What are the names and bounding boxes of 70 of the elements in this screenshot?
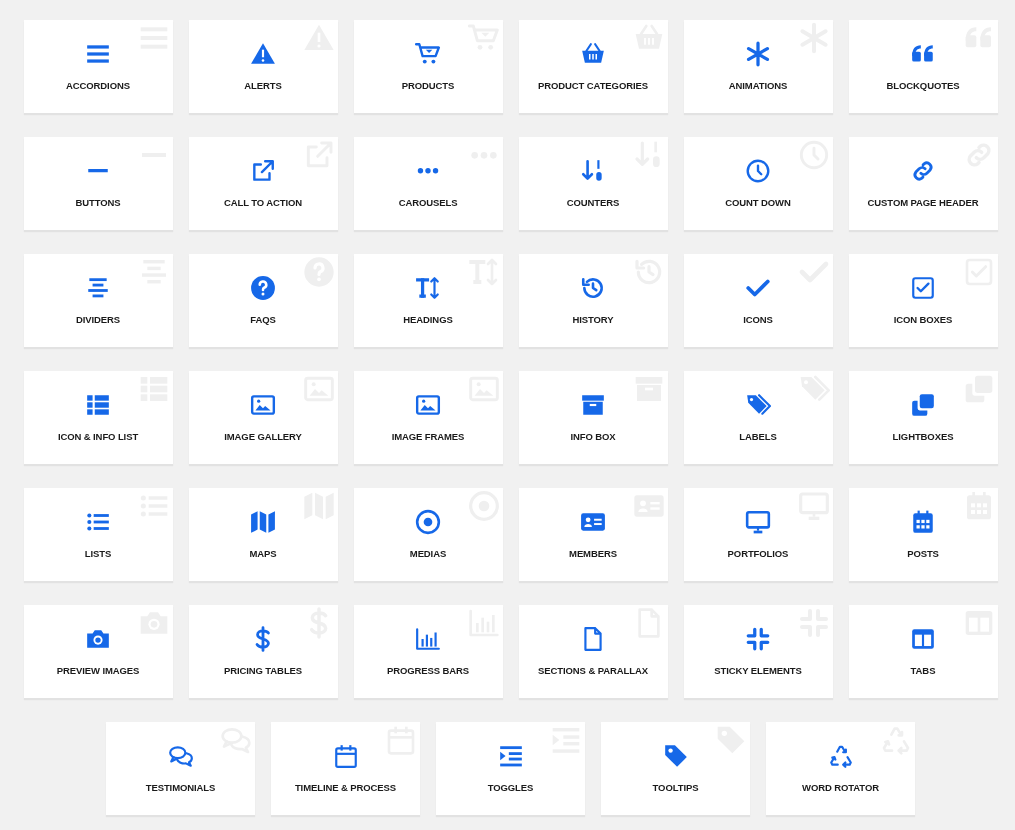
widget-link[interactable]: CAROUSELS (353, 137, 503, 230)
calendar-icon (332, 743, 359, 769)
widget-link[interactable]: PROGRESS BARS (353, 605, 503, 698)
widget-link[interactable]: PRODUCTS (353, 20, 503, 113)
comments-icon (167, 743, 194, 769)
widget-link[interactable]: SECTIONS & PARALLAX (518, 605, 668, 698)
widget-link[interactable]: IMAGE GALLERY (188, 371, 338, 464)
widget-link[interactable]: COUNTERS (518, 137, 668, 230)
minus-icon (85, 169, 111, 173)
widget-link[interactable]: LIGHTBOXES (848, 371, 998, 464)
widget-link[interactable]: WORD ROTATOR (766, 722, 915, 815)
widget-link[interactable]: ALERTS (188, 20, 338, 113)
widget-link[interactable]: POSTS (848, 488, 998, 581)
bar-chart-icon (415, 626, 441, 652)
archive-icon (580, 392, 606, 418)
widget-link[interactable]: ICONS (683, 254, 833, 347)
text-height-icon (415, 275, 441, 301)
columns-icon (910, 626, 936, 652)
widget-link[interactable]: FAQS (188, 254, 338, 347)
widget-link[interactable]: HEADINGS (353, 254, 503, 347)
recycle-icon (827, 743, 854, 769)
widget-link[interactable]: TABS (848, 605, 998, 698)
image-icon (415, 392, 441, 418)
clock-icon (745, 158, 771, 184)
widget-link[interactable]: ICON & INFO LIST (23, 371, 173, 464)
widget-link[interactable]: PRICING TABLES (188, 605, 338, 698)
dot-circle-icon (415, 509, 441, 535)
widget-link[interactable]: MEDIAS (353, 488, 503, 581)
widget-link[interactable]: TOGGLES (436, 722, 585, 815)
widget-link[interactable]: PORTFOLIOS (683, 488, 833, 581)
widget-link[interactable]: PRODUCT CATEGORIES (518, 20, 668, 113)
widget-link[interactable]: BUTTONS (23, 137, 173, 230)
image-icon (250, 392, 276, 418)
widget-link[interactable]: PREVIEW IMAGES (23, 605, 173, 698)
calendar-icon (910, 509, 936, 535)
widget-link[interactable]: MAPS (188, 488, 338, 581)
widget-link[interactable]: TESTIMONIALS (106, 722, 255, 815)
compress-icon (745, 626, 771, 652)
widget-link[interactable]: ANIMATIONS (683, 20, 833, 113)
history-icon (580, 275, 606, 301)
map-icon (250, 509, 276, 535)
widget-link[interactable]: COUNT DOWN (683, 137, 833, 230)
widget-link[interactable]: HISTORY (518, 254, 668, 347)
monitor-icon (745, 509, 771, 535)
widget-link[interactable]: BLOCKQUOTES (848, 20, 998, 113)
link-icon (910, 158, 936, 184)
tags-icon (745, 392, 771, 418)
clone-icon (910, 392, 936, 418)
widget-link[interactable]: LISTS (23, 488, 173, 581)
widget-link[interactable]: TIMELINE & PROCESS (271, 722, 420, 815)
widget-link[interactable]: INFO BOX (518, 371, 668, 464)
asterisk-icon (745, 41, 771, 67)
widget-link[interactable]: IMAGE FRAMES (353, 371, 503, 464)
widget-link[interactable]: ICON BOXES (848, 254, 998, 347)
widget-link[interactable]: DIVIDERS (23, 254, 173, 347)
widget-link[interactable]: LABELS (683, 371, 833, 464)
widget-link[interactable]: MEMBERS (518, 488, 668, 581)
tag-icon (662, 743, 689, 769)
list-grid-icon (85, 392, 111, 418)
widget-link[interactable]: ACCORDIONS (23, 20, 173, 113)
indent-icon (497, 743, 524, 769)
dots-icon (415, 168, 441, 174)
question-icon (250, 275, 276, 301)
widget-link[interactable]: STICKY ELEMENTS (683, 605, 833, 698)
warning-icon (250, 41, 276, 67)
external-link-icon (250, 158, 276, 184)
widget-link[interactable]: CUSTOM PAGE HEADER (848, 137, 998, 230)
widget-link[interactable]: CALL TO ACTION (188, 137, 338, 230)
widget-link[interactable]: TOOLTIPS (601, 722, 750, 815)
checkbox-icon (910, 275, 936, 301)
